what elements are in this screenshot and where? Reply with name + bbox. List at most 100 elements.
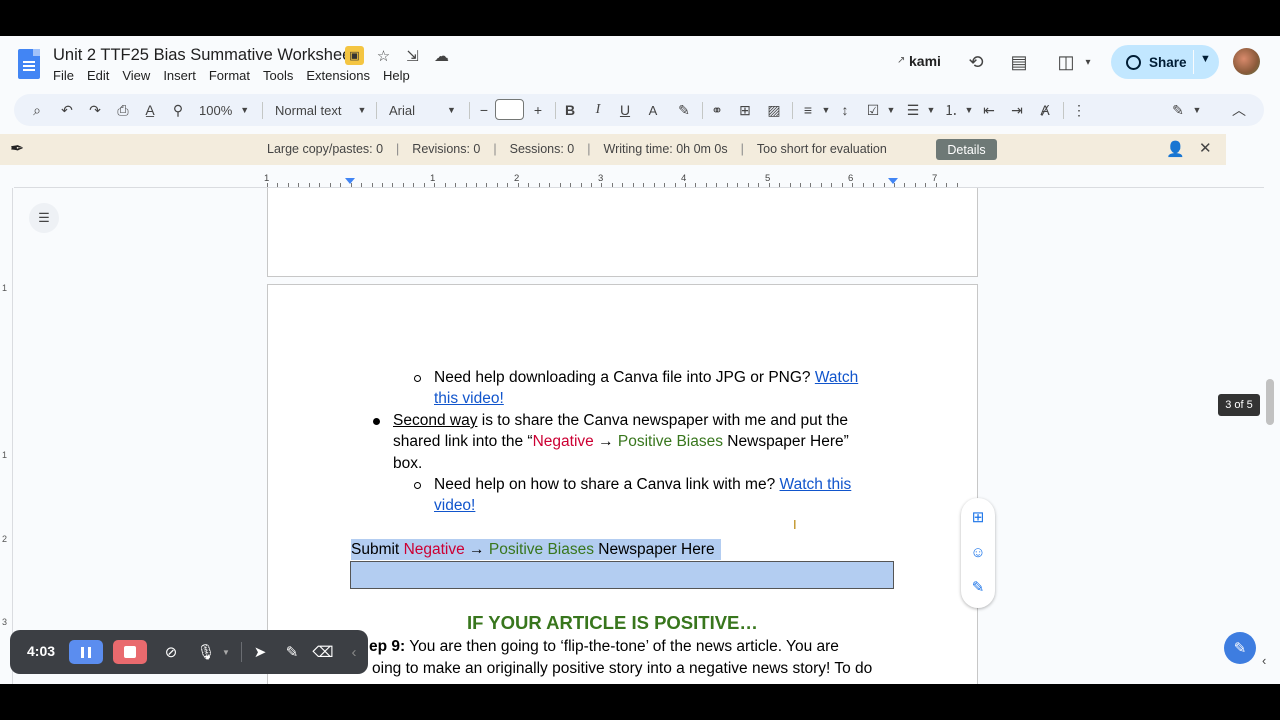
spellcheck-icon[interactable]: A̲ bbox=[141, 100, 159, 120]
watch-video-link[interactable]: Watch this bbox=[780, 476, 852, 493]
close-icon[interactable]: ✕ bbox=[1199, 139, 1212, 157]
checklist-icon[interactable]: ☑ bbox=[864, 100, 882, 120]
meet-caret-icon[interactable]: ▾ bbox=[1076, 50, 1100, 74]
italic-icon[interactable]: I bbox=[589, 100, 607, 120]
move-folder-icon[interactable]: ⇲ bbox=[403, 46, 422, 65]
document-title[interactable]: Unit 2 TTF25 Bias Summative Worksheet bbox=[53, 46, 356, 65]
meet-camera-icon[interactable]: ◫ bbox=[1054, 50, 1078, 74]
newspaper-submission-box[interactable] bbox=[350, 561, 894, 589]
right-indent-marker[interactable] bbox=[888, 178, 898, 184]
watch-video-link[interactable]: video! bbox=[434, 497, 475, 514]
underline-icon[interactable]: U bbox=[616, 100, 634, 120]
cloud-status-icon[interactable]: ☁ bbox=[432, 46, 451, 65]
camera-off-icon[interactable]: ⊘ bbox=[161, 642, 181, 662]
suggest-edits-icon[interactable]: ✎ bbox=[969, 578, 987, 596]
undo-icon[interactable]: ↶ bbox=[58, 100, 76, 120]
insert-link-icon[interactable]: ⚭ bbox=[708, 100, 726, 120]
align-caret-icon[interactable]: ▼ bbox=[817, 100, 835, 120]
version-history-icon[interactable]: ⟲ bbox=[964, 50, 988, 74]
kami-pen-fab-icon[interactable]: ✎ bbox=[1224, 632, 1256, 664]
formatting-toolbar: ⌕ ↶ ↷ ⎙ A̲ ⚲ 100% ▼ Normal text ▼ Arial ▼ −… bbox=[14, 94, 1264, 126]
star-icon[interactable]: ☆ bbox=[374, 46, 393, 65]
editing-mode-icon[interactable]: ✎ bbox=[1169, 100, 1187, 120]
google-docs-logo-icon[interactable] bbox=[18, 49, 40, 79]
pointer-tool-icon[interactable]: ➤ bbox=[250, 642, 270, 662]
share-button[interactable]: Share ▼ bbox=[1111, 45, 1219, 79]
paint-format-icon[interactable]: ⚲ bbox=[169, 100, 187, 120]
menu-edit[interactable]: Edit bbox=[87, 68, 109, 83]
style-select[interactable]: Normal text ▼ bbox=[275, 100, 366, 120]
comments-icon[interactable]: ▤ bbox=[1007, 50, 1031, 74]
menu-view[interactable]: View bbox=[122, 68, 150, 83]
hollow-bullet bbox=[414, 375, 421, 382]
decrease-indent-icon[interactable]: ⇤ bbox=[980, 100, 998, 120]
details-button[interactable]: Details bbox=[936, 139, 997, 160]
person-icon[interactable]: 👤 bbox=[1166, 140, 1185, 158]
pen-tool-icon[interactable]: ✎ bbox=[282, 642, 302, 662]
checklist-caret-icon[interactable]: ▼ bbox=[882, 100, 900, 120]
document-outline-icon[interactable]: ☰ bbox=[29, 203, 59, 233]
watch-video-link[interactable]: this video! bbox=[434, 390, 504, 407]
numbered-list-caret-icon[interactable]: ▼ bbox=[960, 100, 978, 120]
vertical-ruler[interactable]: 1 1 2 3 bbox=[0, 188, 13, 684]
toolbar-divider bbox=[792, 102, 793, 119]
zoom-select[interactable]: 100% ▼ bbox=[199, 100, 249, 120]
stop-recording-button[interactable] bbox=[113, 640, 147, 664]
menu-insert[interactable]: Insert bbox=[163, 68, 196, 83]
highlight-color-icon[interactable]: ✎ bbox=[675, 100, 693, 120]
print-icon[interactable]: ⎙ bbox=[114, 100, 132, 120]
more-options-icon[interactable]: ⋮ bbox=[1070, 100, 1088, 120]
numbered-list-icon[interactable]: ⒈ bbox=[942, 100, 960, 120]
horizontal-ruler[interactable]: 1 1 2 3 4 5 6 7 bbox=[264, 173, 977, 187]
submit-heading[interactable]: Submit Negative → Positive Biases Newspa… bbox=[351, 539, 721, 561]
menu-format[interactable]: Format bbox=[209, 68, 250, 83]
account-avatar[interactable] bbox=[1233, 48, 1260, 75]
menu-file[interactable]: File bbox=[53, 68, 74, 83]
menu-extensions[interactable]: Extensions bbox=[306, 68, 370, 83]
increase-font-size-icon[interactable]: + bbox=[529, 100, 547, 120]
search-menus-icon[interactable]: ⌕ bbox=[28, 100, 46, 120]
insert-image-icon[interactable]: ▨ bbox=[765, 100, 783, 120]
vertical-ruler-number: 3 bbox=[2, 617, 8, 627]
side-panel-chevron-left-icon[interactable]: ‹ bbox=[1262, 653, 1266, 668]
bulleted-list-caret-icon[interactable]: ▼ bbox=[922, 100, 940, 120]
watch-video-link[interactable]: Watch bbox=[815, 369, 858, 386]
bulleted-list-icon[interactable]: ☰ bbox=[904, 100, 922, 120]
arrow-text: → bbox=[593, 433, 618, 451]
docs-window: Unit 2 TTF25 Bias Summative Worksheet ▣ … bbox=[0, 36, 1280, 684]
microphone-caret-icon[interactable]: ▼ bbox=[216, 642, 236, 662]
font-select[interactable]: Arial ▼ bbox=[389, 100, 456, 120]
stat-divider: | bbox=[740, 142, 744, 156]
clear-formatting-icon[interactable]: Ⱥ bbox=[1036, 100, 1054, 120]
hide-menus-chevron-up-icon[interactable]: ︿ bbox=[1230, 100, 1248, 120]
eraser-tool-icon[interactable]: ⌫ bbox=[312, 642, 333, 662]
text-color-icon[interactable]: A bbox=[644, 100, 662, 120]
increase-indent-icon[interactable]: ⇥ bbox=[1008, 100, 1026, 120]
list-item-text: Need help on how to share a Canva link w… bbox=[434, 476, 780, 493]
share-caret-icon[interactable]: ▼ bbox=[1200, 53, 1211, 65]
quill-icon[interactable]: ✒ bbox=[10, 139, 24, 159]
editing-mode-caret-icon[interactable]: ▼ bbox=[1188, 100, 1206, 120]
line-spacing-icon[interactable]: ↕ bbox=[836, 100, 854, 120]
add-emoji-reaction-icon[interactable]: ☺ bbox=[969, 543, 987, 561]
menu-tools[interactable]: Tools bbox=[263, 68, 293, 83]
pause-recording-button[interactable] bbox=[69, 640, 103, 664]
collapse-chevron-left-icon[interactable]: ‹ bbox=[344, 642, 364, 662]
align-icon[interactable]: ≡ bbox=[799, 100, 817, 120]
kami-label: kami bbox=[909, 53, 941, 69]
copy-pastes-stat: Large copy/pastes: 0 bbox=[267, 142, 384, 156]
title-actions: ▣ ☆ ⇲ ☁ bbox=[345, 46, 451, 65]
add-comment-icon[interactable]: ⊞ bbox=[736, 100, 754, 120]
submit-text: Submit bbox=[351, 541, 404, 558]
decrease-font-size-icon[interactable]: − bbox=[475, 100, 493, 120]
slides-badge-icon[interactable]: ▣ bbox=[345, 46, 364, 65]
add-comment-icon[interactable]: ⊞ bbox=[969, 508, 987, 526]
microphone-icon[interactable]: 🎙 bbox=[196, 642, 216, 662]
menu-help[interactable]: Help bbox=[383, 68, 410, 83]
writing-time-stat: Writing time: 0h 0m 0s bbox=[603, 142, 728, 156]
process-stats: Large copy/pastes: 0 | Revisions: 0 | Sessio… bbox=[267, 142, 887, 156]
bold-icon[interactable]: B bbox=[561, 100, 579, 120]
vertical-scrollbar[interactable] bbox=[1266, 379, 1274, 425]
font-size-input[interactable] bbox=[495, 99, 524, 120]
redo-icon[interactable]: ↷ bbox=[86, 100, 104, 120]
